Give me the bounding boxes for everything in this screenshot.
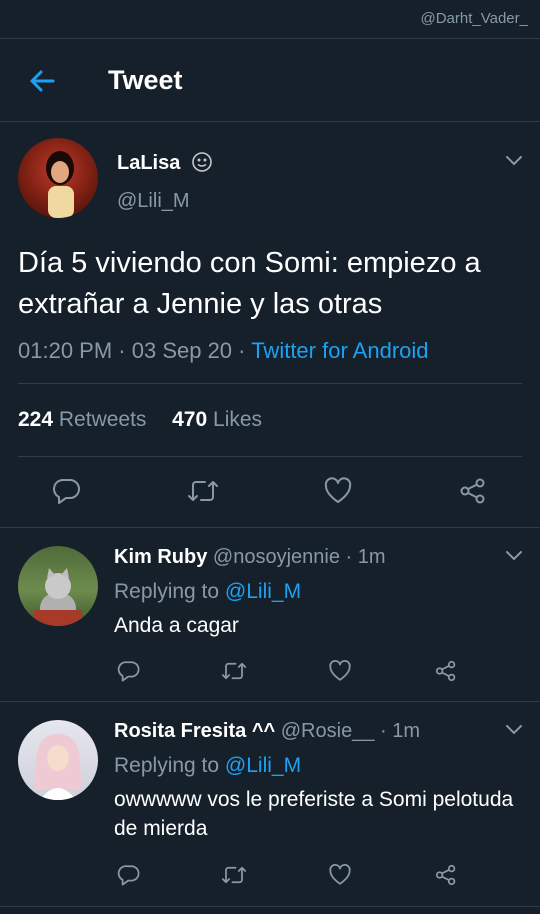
avatar[interactable] [18,138,98,218]
like-icon[interactable] [328,863,352,887]
avatar[interactable] [18,546,98,626]
reply-icon[interactable] [117,863,141,887]
reply-author-name[interactable]: Rosita Fresita ^^ [114,720,275,742]
avatar-image [34,568,82,626]
like-icon[interactable] [328,659,352,683]
chevron-down-icon[interactable] [505,550,523,562]
replying-to: Replying to @Lili_M [114,754,301,778]
back-arrow-icon[interactable] [26,65,58,97]
likes-count: 470 [172,408,208,431]
tweet-stats: 224 Retweets 470 Likes [18,408,262,432]
share-icon[interactable] [434,863,458,887]
tweet-source-link[interactable]: Twitter for Android [251,338,428,363]
reply-header: Rosita Fresita ^^ @Rosie__ · 1m [114,720,421,742]
retweet-icon[interactable] [186,476,220,506]
top-bar: Tweet [0,38,540,122]
reply-text: owwwww vos le preferiste a Somi pelotuda… [114,788,514,840]
likes-label: Likes [213,408,263,431]
reply-time: 1m [357,546,386,568]
page-title: Tweet [108,65,183,95]
divider [0,701,540,702]
chevron-down-icon[interactable] [505,724,523,736]
retweet-icon[interactable] [220,863,248,887]
reply-author-handle[interactable]: @Rosie__ [281,720,375,742]
avatar-image [34,734,82,800]
reply-header: Kim Ruby @nosoyjennie · 1m [114,546,386,568]
tweet-text: Día 5 viviendo con Somi: empiezo a extra… [18,247,481,320]
share-icon[interactable] [458,476,488,506]
tweet-date: 03 Sep 20 [131,338,233,363]
reply-author-name[interactable]: Kim Ruby [114,546,207,568]
retweets-label: Retweets [58,408,147,431]
replying-to-link[interactable]: @Lili_M [225,580,301,603]
reply-text: Anda a cagar [114,614,239,637]
like-icon[interactable] [323,476,353,506]
divider [18,383,522,384]
retweets-stat[interactable]: 224 Retweets [18,408,146,431]
watermark: @Darht_Vader_ [420,10,528,27]
replying-to-label: Replying to [114,580,220,603]
reply-time: 1m [392,720,421,742]
retweet-icon[interactable] [220,659,248,683]
retweets-count: 224 [18,408,54,431]
chevron-down-icon[interactable] [505,155,523,167]
replying-to-label: Replying to [114,754,220,777]
replying-to-link[interactable]: @Lili_M [225,754,301,777]
divider [18,456,522,457]
replying-to: Replying to @Lili_M [114,580,301,604]
divider [0,527,540,528]
author-name[interactable]: LaLisa [117,152,180,175]
avatar-image [46,151,74,218]
reply-author-handle[interactable]: @nosoyjennie [213,546,340,568]
tweet-meta: 01:20 PM · 03 Sep 20 · Twitter for Andro… [18,338,429,363]
avatar[interactable] [18,720,98,800]
reply-icon[interactable] [117,659,141,683]
share-icon[interactable] [434,659,458,683]
tweet-time: 01:20 PM [18,338,113,363]
emoji-icon [192,152,212,172]
reply-icon[interactable] [52,476,82,506]
author-handle[interactable]: @Lili_M [117,190,190,213]
divider [0,906,540,907]
likes-stat[interactable]: 470 Likes [172,408,262,431]
